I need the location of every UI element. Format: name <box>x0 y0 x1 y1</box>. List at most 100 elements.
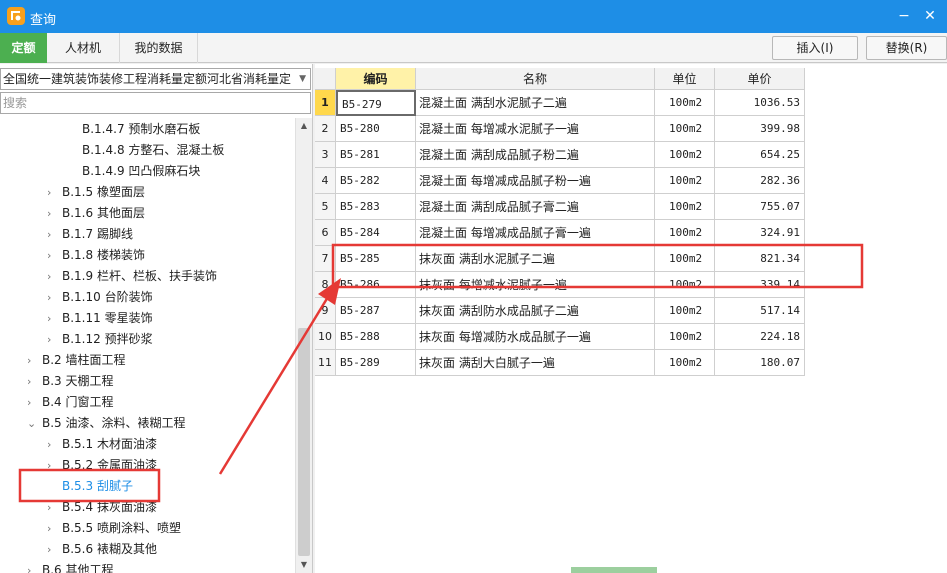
tab-labor-material-machine[interactable]: 人材机 <box>47 33 120 63</box>
chevron-down-icon: ▼ <box>299 74 306 84</box>
replace-button[interactable]: 替换(R) <box>866 36 947 60</box>
name-cell[interactable]: 抹灰面 满刮大白腻子一遍 <box>416 350 655 376</box>
tab-my-data[interactable]: 我的数据 <box>120 33 198 63</box>
chapter-tree: B.1.4.7 预制水磨石板 B.1.4.8 方整石、混凝土板 B.1.4.9 … <box>0 116 295 573</box>
row-number[interactable]: 8 <box>315 272 336 298</box>
row-number[interactable]: 7 <box>315 246 336 272</box>
row-number[interactable]: 9 <box>315 298 336 324</box>
price-cell[interactable]: 1036.53 <box>715 90 805 116</box>
unit-cell[interactable]: 100m2 <box>655 350 715 376</box>
price-cell[interactable]: 339.14 <box>715 272 805 298</box>
code-cell[interactable]: B5-282 <box>336 168 416 194</box>
chevron-right-icon[interactable]: › <box>47 434 57 455</box>
price-cell[interactable]: 399.98 <box>715 116 805 142</box>
code-cell[interactable]: B5-287 <box>336 298 416 324</box>
tree-item-label: B.5.3 刮腻子 <box>62 479 133 493</box>
chevron-right-icon[interactable]: › <box>47 203 57 224</box>
code-cell[interactable]: B5-289 <box>336 350 416 376</box>
chevron-right-icon[interactable]: › <box>47 245 57 266</box>
chevron-right-icon[interactable]: › <box>47 308 57 329</box>
price-cell[interactable]: 282.36 <box>715 168 805 194</box>
header-code[interactable]: 编码 <box>336 68 416 90</box>
close-button[interactable]: ✕ <box>919 6 941 26</box>
code-cell[interactable]: B5-284 <box>336 220 416 246</box>
unit-cell[interactable]: 100m2 <box>655 220 715 246</box>
row-number[interactable]: 4 <box>315 168 336 194</box>
price-cell[interactable]: 821.34 <box>715 246 805 272</box>
header-name[interactable]: 名称 <box>416 68 655 90</box>
name-cell[interactable]: 混凝土面 每增减成品腻子粉一遍 <box>416 168 655 194</box>
code-cell[interactable]: B5-283 <box>336 194 416 220</box>
name-cell[interactable]: 混凝土面 满刮成品腻子膏二遍 <box>416 194 655 220</box>
code-cell[interactable]: B5-281 <box>336 142 416 168</box>
scroll-down-icon[interactable]: ▼ <box>296 557 312 573</box>
name-cell[interactable]: 混凝土面 每增减水泥腻子一遍 <box>416 116 655 142</box>
unit-cell[interactable]: 100m2 <box>655 298 715 324</box>
chevron-right-icon[interactable]: › <box>47 518 57 539</box>
unit-cell[interactable]: 100m2 <box>655 116 715 142</box>
chevron-right-icon[interactable]: › <box>27 350 37 371</box>
chevron-right-icon[interactable]: › <box>47 224 57 245</box>
chevron-right-icon[interactable]: › <box>27 392 37 413</box>
app-icon <box>7 7 25 25</box>
header-price[interactable]: 单价 <box>715 68 805 90</box>
unit-cell[interactable]: 100m2 <box>655 246 715 272</box>
header-unit[interactable]: 单位 <box>655 68 715 90</box>
chevron-right-icon[interactable]: › <box>47 266 57 287</box>
row-number[interactable]: 10 <box>315 324 336 350</box>
price-cell[interactable]: 517.14 <box>715 298 805 324</box>
unit-cell[interactable]: 100m2 <box>655 272 715 298</box>
name-cell[interactable]: 抹灰面 每增减水泥腻子一遍 <box>416 272 655 298</box>
insert-button[interactable]: 插入(I) <box>772 36 858 60</box>
tab-quota[interactable]: 定额 <box>0 33 47 63</box>
name-cell[interactable]: 抹灰面 每增减防水成品腻子一遍 <box>416 324 655 350</box>
price-cell[interactable]: 654.25 <box>715 142 805 168</box>
chevron-down-icon[interactable]: ⌄ <box>27 413 37 434</box>
price-cell[interactable]: 324.91 <box>715 220 805 246</box>
code-cell[interactable]: B5-288 <box>336 324 416 350</box>
row-number[interactable]: 6 <box>315 220 336 246</box>
chevron-right-icon[interactable]: › <box>47 497 57 518</box>
name-cell[interactable]: 抹灰面 满刮水泥腻子二遍 <box>416 246 655 272</box>
code-cell[interactable]: B5-286 <box>336 272 416 298</box>
name-cell[interactable]: 混凝土面 满刮成品腻子粉二遍 <box>416 142 655 168</box>
unit-cell[interactable]: 100m2 <box>655 90 715 116</box>
minimize-button[interactable]: − <box>893 6 915 26</box>
chevron-right-icon[interactable]: › <box>47 182 57 203</box>
scroll-up-icon[interactable]: ▲ <box>296 118 312 134</box>
unit-cell[interactable]: 100m2 <box>655 324 715 350</box>
row-number[interactable]: 3 <box>315 142 336 168</box>
unit-cell[interactable]: 100m2 <box>655 194 715 220</box>
price-cell[interactable]: 180.07 <box>715 350 805 376</box>
price-cell[interactable]: 224.18 <box>715 324 805 350</box>
row-number[interactable]: 1 <box>315 90 336 116</box>
code-cell[interactable]: B5-279 <box>336 90 416 116</box>
name-cell[interactable]: 抹灰面 满刮防水成品腻子二遍 <box>416 298 655 324</box>
row-number[interactable]: 5 <box>315 194 336 220</box>
tree-item-label: B.1.7 踢脚线 <box>62 227 133 241</box>
tree-item-label: B.5.6 裱糊及其他 <box>62 542 157 556</box>
chevron-right-icon[interactable]: › <box>27 560 37 573</box>
chevron-right-icon[interactable]: › <box>47 539 57 560</box>
price-cell[interactable]: 755.07 <box>715 194 805 220</box>
search-input[interactable] <box>0 92 311 114</box>
tree-item-label: B.5.2 金属面油漆 <box>62 458 157 472</box>
unit-cell[interactable]: 100m2 <box>655 142 715 168</box>
code-cell[interactable]: B5-280 <box>336 116 416 142</box>
name-cell[interactable]: 混凝土面 每增减成品腻子膏一遍 <box>416 220 655 246</box>
unit-cell[interactable]: 100m2 <box>655 168 715 194</box>
chevron-right-icon[interactable]: › <box>47 329 57 350</box>
chevron-right-icon[interactable]: › <box>47 455 57 476</box>
tree-item-label: B.1.4.7 预制水磨石板 <box>82 122 201 136</box>
tree-item-label: B.1.5 橡塑面层 <box>62 185 145 199</box>
row-number[interactable]: 11 <box>315 350 336 376</box>
chevron-right-icon[interactable]: › <box>47 287 57 308</box>
row-number[interactable]: 2 <box>315 116 336 142</box>
tree-item-label: B.5.4 抹灰面油漆 <box>62 500 157 514</box>
code-cell[interactable]: B5-285 <box>336 246 416 272</box>
tree-scrollbar[interactable]: ▲ ▼ <box>295 118 312 573</box>
scrollbar-thumb[interactable] <box>298 328 310 556</box>
library-select[interactable]: 全国统一建筑装饰装修工程消耗量定额河北省消耗量定 ▼ <box>0 68 311 90</box>
name-cell[interactable]: 混凝土面 满刮水泥腻子二遍 <box>416 90 655 116</box>
chevron-right-icon[interactable]: › <box>27 371 37 392</box>
